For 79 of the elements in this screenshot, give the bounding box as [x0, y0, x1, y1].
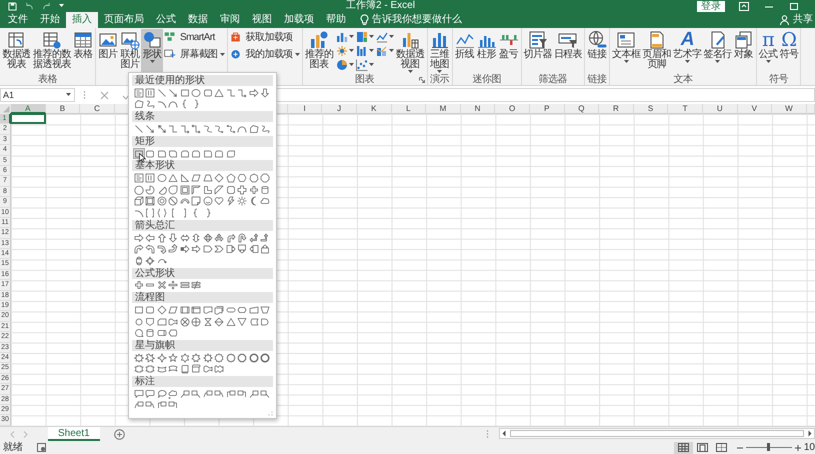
wordart-button[interactable]: A 艺术字	[672, 29, 702, 74]
section-header: 最近使用的形状	[132, 75, 273, 86]
ribbon-tab[interactable]: 页面布局	[98, 12, 150, 28]
3d-map-button[interactable]: 三维地图	[428, 29, 451, 74]
ribbon-tab[interactable]: 加载项	[278, 12, 320, 28]
section-header: 星与旗帜	[132, 340, 273, 351]
name-box[interactable]: A1	[0, 88, 75, 102]
column-header[interactable]: I	[288, 104, 322, 114]
my-add-ins-button[interactable]: 我的加载项	[228, 46, 301, 63]
ribbon-tab[interactable]: 公式	[150, 12, 182, 28]
section-header: 标注	[132, 376, 273, 388]
table-button[interactable]: 表格	[72, 29, 94, 74]
group-label: 链接	[588, 75, 606, 85]
shapes-button[interactable]: 形状	[141, 29, 163, 74]
column-header[interactable]: U	[702, 104, 738, 114]
column-header[interactable]: W	[772, 104, 807, 114]
column-header[interactable]: B	[46, 104, 80, 114]
pictures-button[interactable]: 图片	[97, 29, 119, 74]
sheet-tab[interactable]: Sheet1	[48, 427, 100, 441]
column-header[interactable]: Q	[564, 104, 600, 114]
column-header[interactable]: P	[530, 104, 565, 114]
login-button[interactable]: 登录	[697, 0, 725, 12]
smartart-button[interactable]: SmartArt	[163, 29, 226, 46]
column-header[interactable]: T	[668, 104, 703, 114]
section-header: 公式形状	[132, 268, 273, 279]
section-header: 流程图	[132, 292, 273, 304]
zoom-level: 10	[804, 442, 815, 453]
signature-line-button[interactable]: 签名行	[702, 29, 733, 74]
group-label: 符号	[769, 75, 788, 85]
equation-button[interactable]: π 公式	[758, 29, 778, 74]
slicer-button[interactable]: 切片器	[522, 29, 553, 74]
group-label: 筛选器	[538, 75, 567, 85]
group-label: 迷你图	[472, 75, 501, 85]
online-pictures-button[interactable]: 联机图片	[119, 29, 141, 74]
column-header[interactable]: A	[11, 104, 46, 114]
status-text: 就绪	[3, 442, 23, 453]
column-header[interactable]: L	[392, 104, 426, 114]
section-header: 基本形状	[132, 160, 273, 172]
get-add-ins-button[interactable]: 获取加载项	[228, 29, 301, 46]
text-box-button[interactable]: 文本框	[611, 29, 642, 74]
ribbon-tab[interactable]: 审阅	[214, 12, 246, 28]
group-label: 图表	[355, 75, 374, 85]
group-label: 表格	[38, 75, 57, 85]
recommended-pivot-table-button[interactable]: 推荐的数据透视表	[32, 29, 72, 74]
section-header: 箭头总汇	[132, 220, 273, 231]
win-loss-sparkline-button[interactable]: 盈亏	[498, 29, 520, 74]
screenshot-button[interactable]: 屏幕截图	[163, 46, 226, 63]
group-label: 文本	[673, 75, 692, 85]
object-button[interactable]: 对象	[732, 29, 755, 74]
ribbon-tab[interactable]: 文件	[2, 12, 34, 28]
ribbon-tab[interactable]: 插入	[66, 12, 98, 28]
column-header[interactable]: M	[426, 104, 461, 114]
line-sparkline-button[interactable]: 折线	[454, 29, 476, 74]
ribbon-tab[interactable]: 视图	[246, 12, 278, 28]
share-button[interactable]: 共享	[780, 12, 815, 28]
window-title: 工作簿2 - Excel	[346, 0, 415, 12]
section-header: 线条	[132, 111, 273, 122]
ribbon-tab[interactable]: 帮助	[320, 12, 352, 28]
symbol-button[interactable]: Ω 符号	[778, 29, 800, 74]
column-header[interactable]: S	[634, 104, 668, 114]
header-footer-button[interactable]: 页眉和页脚	[641, 29, 672, 74]
pivot-table-button[interactable]: 数据透视表	[1, 29, 32, 74]
group-label: 演示	[430, 75, 450, 85]
section-header: 矩形	[132, 136, 273, 147]
column-header[interactable]: N	[460, 104, 496, 114]
column-header[interactable]: C	[80, 104, 115, 114]
ribbon-tab[interactable]: 开始	[34, 12, 66, 28]
column-header[interactable]: K	[356, 104, 392, 114]
timeline-button[interactable]: 日程表	[552, 29, 584, 74]
column-header[interactable]: O	[495, 104, 530, 114]
ribbon-tab[interactable]: 数据	[182, 12, 214, 28]
tell-me-field[interactable]: 告诉我你想要做什么	[369, 12, 462, 28]
column-header[interactable]: V	[738, 104, 772, 114]
pivot-chart-button[interactable]: 数据透视图	[394, 29, 426, 74]
column-header[interactable]: R	[599, 104, 634, 114]
recommended-charts-button[interactable]: 推荐的图表	[304, 29, 335, 74]
column-header[interactable]: J	[322, 104, 357, 114]
link-button[interactable]: 链接	[586, 29, 608, 74]
column-sparkline-button[interactable]: 柱形	[476, 29, 498, 74]
